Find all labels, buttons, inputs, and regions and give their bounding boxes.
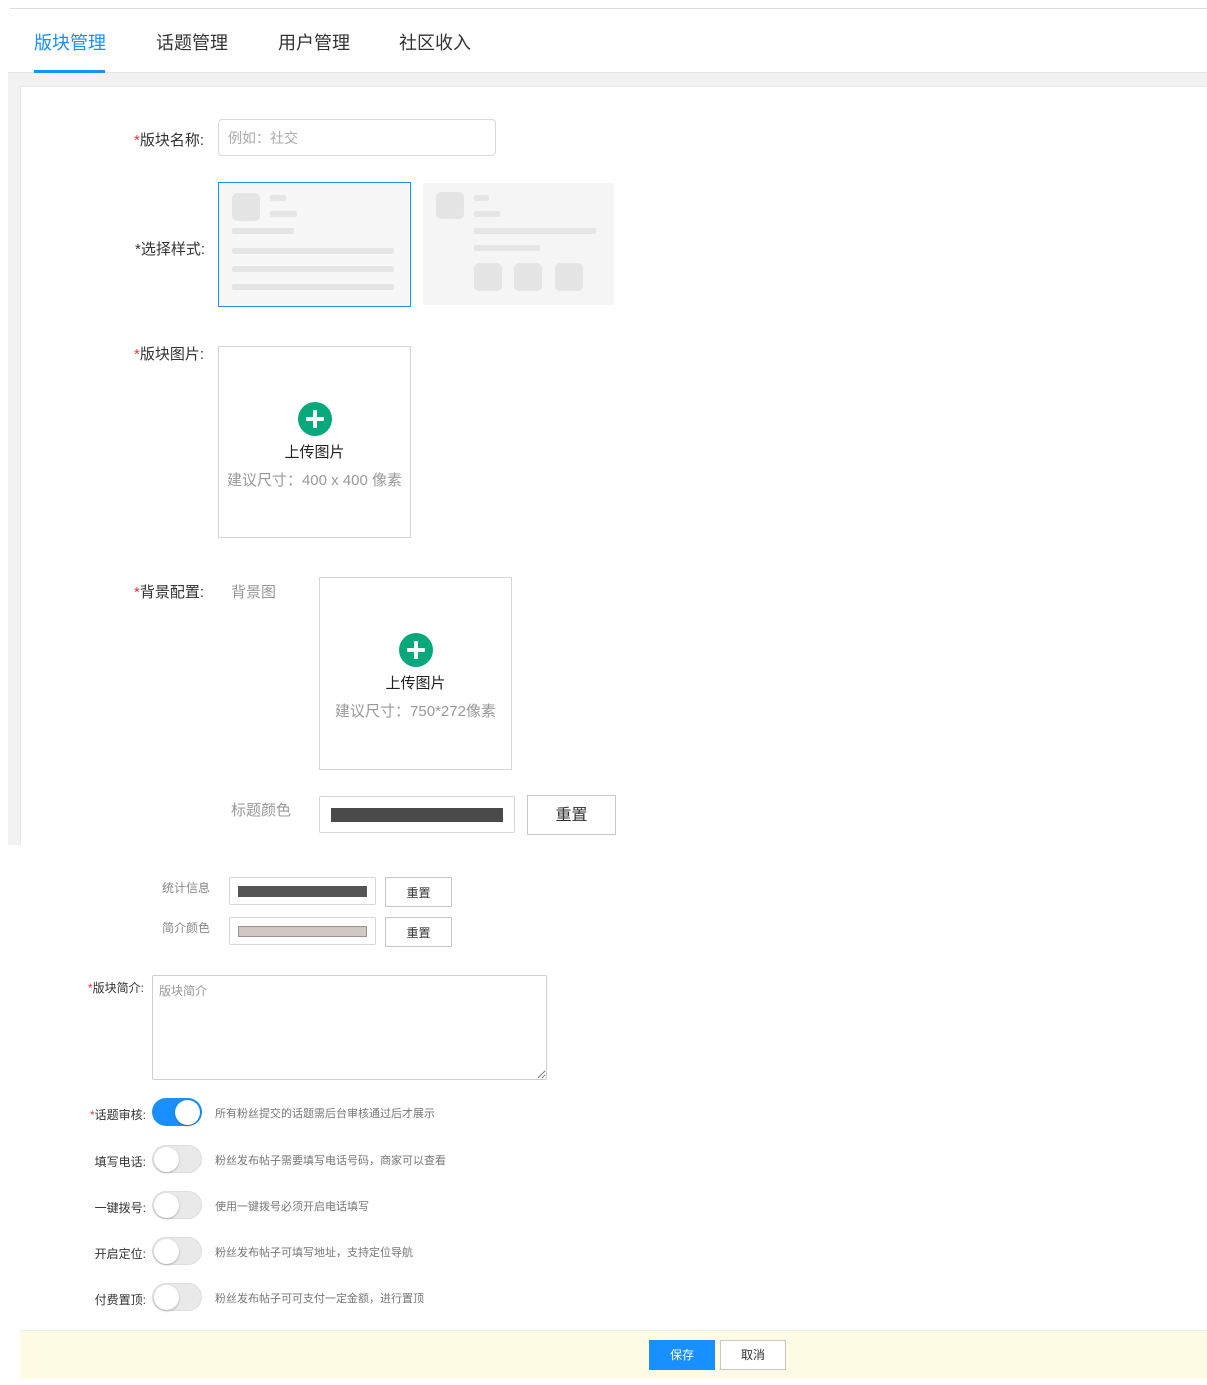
style-skeleton-line (474, 195, 489, 201)
tab-user-management[interactable]: 用户管理 (278, 29, 350, 55)
style-select-label: *选择样式: (135, 241, 206, 258)
intro-color-swatch (238, 926, 367, 937)
one-click-dial-label: 一键拨号: (94, 1201, 146, 1215)
enable-location-toggle[interactable] (152, 1237, 202, 1265)
style-skeleton-line (232, 228, 294, 234)
tab-topic-management[interactable]: 话题管理 (156, 29, 228, 55)
background-image-label: 背景图 (231, 584, 277, 601)
topic-review-toggle[interactable] (152, 1098, 202, 1126)
paid-pin-desc: 粉丝发布帖子可可支付一定金额，进行置顶 (215, 1293, 424, 1305)
paid-pin-label: 付费置顶: (94, 1293, 146, 1307)
style-skeleton-line (474, 245, 540, 251)
background-image-upload[interactable]: 上传图片 建议尺寸：750*272像素 (319, 577, 512, 770)
stats-info-color-swatch (238, 886, 367, 897)
enable-location-desc: 粉丝发布帖子可填写地址，支持定位导航 (215, 1247, 413, 1259)
upload-title: 上传图片 (284, 444, 345, 461)
paid-pin-toggle[interactable] (152, 1283, 202, 1311)
intro-color-label: 简介颜色 (162, 921, 211, 935)
section-intro-label: *版块简介: (88, 981, 145, 995)
toggle-knob (154, 1239, 179, 1264)
fill-phone-desc: 粉丝发布帖子需要填写电话号码，商家可以查看 (215, 1155, 446, 1167)
cancel-button[interactable]: 取消 (720, 1340, 786, 1370)
one-click-dial-toggle[interactable] (152, 1191, 202, 1219)
enable-location-label: 开启定位: (94, 1247, 146, 1261)
upload-size-hint: 建议尺寸：750*272像素 (335, 703, 496, 720)
style-skeleton-line (474, 211, 500, 217)
style-skeleton-thumb (474, 263, 502, 291)
style-skeleton-line (270, 195, 286, 201)
upload-title: 上传图片 (385, 675, 446, 692)
section-image-upload[interactable]: 上传图片 建议尺寸：400 x 400 像素 (218, 346, 411, 538)
fill-phone-toggle[interactable] (152, 1145, 202, 1173)
save-button[interactable]: 保存 (649, 1340, 715, 1370)
title-color-swatch (331, 808, 503, 822)
footer-bar (20, 1330, 1207, 1379)
tab-section-management[interactable]: 版块管理 (34, 29, 106, 55)
topic-review-label: *话题审核: (89, 1108, 146, 1122)
fill-phone-label: 填写电话: (94, 1155, 146, 1169)
one-click-dial-desc: 使用一键拨号必须开启电话填写 (215, 1201, 369, 1213)
title-color-picker[interactable] (319, 796, 515, 833)
intro-color-reset-button[interactable]: 重置 (385, 917, 452, 947)
stats-info-label: 统计信息 (162, 881, 211, 895)
section-intro-textarea[interactable] (152, 975, 547, 1080)
style-skeleton-line (474, 228, 596, 234)
section-name-label: *版块名称: (134, 132, 205, 149)
stats-info-color-picker[interactable] (229, 877, 376, 905)
toggle-knob (154, 1147, 179, 1172)
style-skeleton-avatar (436, 192, 464, 219)
add-circle-icon (399, 633, 433, 667)
stats-info-reset-button[interactable]: 重置 (385, 877, 452, 907)
background-config-label: *背景配置: (134, 584, 205, 601)
toggle-knob (154, 1193, 179, 1218)
title-color-label: 标题颜色 (231, 802, 292, 819)
toggle-knob (154, 1285, 179, 1310)
style-skeleton-thumb (555, 263, 583, 291)
style-skeleton-line (232, 284, 394, 290)
topic-review-desc: 所有粉丝提交的话题需后台审核通过后才展示 (215, 1108, 435, 1120)
style-option-list[interactable] (218, 182, 411, 307)
style-skeleton-avatar (232, 193, 260, 221)
tab-bar: 版块管理 话题管理 用户管理 社区收入 (8, 9, 1207, 73)
style-skeleton-line (270, 211, 297, 217)
style-option-grid[interactable] (423, 183, 614, 305)
upload-size-hint: 建议尺寸：400 x 400 像素 (226, 472, 403, 489)
style-skeleton-line (232, 266, 394, 272)
section-image-label: *版块图片: (134, 346, 205, 363)
tab-community-income[interactable]: 社区收入 (399, 29, 471, 55)
title-color-reset-button[interactable]: 重置 (527, 795, 616, 835)
section-name-input[interactable] (218, 119, 496, 156)
add-circle-icon (298, 402, 332, 436)
style-skeleton-thumb (514, 263, 542, 291)
toggle-knob (175, 1099, 200, 1125)
intro-color-picker[interactable] (229, 917, 376, 945)
style-skeleton-line (232, 248, 394, 254)
